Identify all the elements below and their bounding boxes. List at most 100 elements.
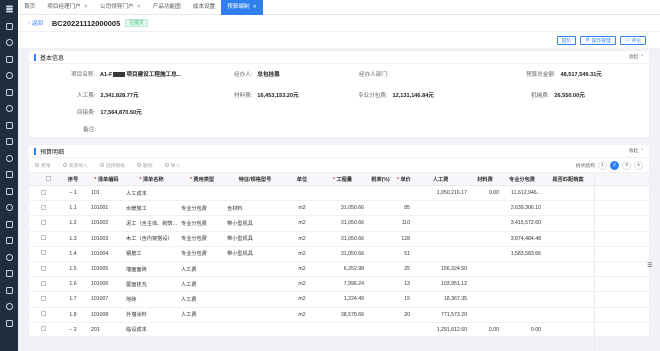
cell-code: 101005 xyxy=(89,266,124,272)
tab-cost-settings[interactable]: 成本设置 xyxy=(187,0,221,15)
project-name-suffix: 项目建设工程施工总... xyxy=(126,71,182,78)
sidebar-icon-17[interactable] xyxy=(0,282,18,299)
row-checkbox[interactable] xyxy=(41,219,46,225)
sidebar-icon-18[interactable] xyxy=(0,299,18,316)
sidebar-icon-13[interactable] xyxy=(0,216,18,233)
template-button[interactable]: 选择模板 xyxy=(99,162,125,169)
sidebar-icon-2[interactable] xyxy=(0,35,18,52)
sidebar-icon-10[interactable] xyxy=(0,167,18,184)
row-checkbox[interactable] xyxy=(41,326,46,332)
sidebar-icon-14[interactable] xyxy=(0,233,18,250)
field-indirect: 间接费: 17,564,870.50元 xyxy=(77,107,142,116)
cell-labor: 1,291,612.60 xyxy=(412,327,469,333)
cell-text: 15 xyxy=(404,296,410,303)
close-icon[interactable]: ✕ xyxy=(253,0,257,15)
sidebar-icon-19[interactable] xyxy=(0,315,18,332)
button-label: 评论 xyxy=(631,38,641,44)
tab-product-map[interactable]: 产品功能图 xyxy=(147,0,187,15)
table-row[interactable]: 1.6 101006 屋面挂瓦 人工费 m2 7,996.24 13 103,951.12 xyxy=(29,277,649,293)
table-row[interactable]: 1.2 101002 泥工（含主体、砌筑... 专业分包费 带小型机具 m2 31,050.… xyxy=(29,216,649,232)
cell-text: 1.4 xyxy=(69,250,77,257)
section-title: 基本信息 xyxy=(40,55,65,62)
row-checkbox-cell xyxy=(39,250,57,257)
row-checkbox[interactable] xyxy=(41,280,46,286)
level-1-button[interactable]: 1 xyxy=(598,160,607,170)
sidebar-icon-8[interactable] xyxy=(0,134,18,151)
cell-text: 31,050.66 xyxy=(340,220,364,227)
close-icon[interactable]: ✕ xyxy=(84,0,88,15)
add-button[interactable]: 新增 xyxy=(35,162,51,169)
source-import-button[interactable]: 来源导入 xyxy=(62,162,88,169)
level-3-button[interactable]: 3 xyxy=(622,160,631,170)
table-row[interactable]: 1.4 101004 钢筋工 专业分包费 带小型机具 m2 31,050.66 51 1,583… xyxy=(29,247,649,262)
cell-seq: – 1 xyxy=(57,190,89,196)
collapse-toggle[interactable]: 收起 ⌃ xyxy=(629,54,644,60)
sidebar-icon-9[interactable] xyxy=(0,150,18,167)
field-label: 专业分包费: xyxy=(358,92,388,99)
cell-text: 101008 xyxy=(91,311,109,318)
sidebar-icon-1[interactable] xyxy=(0,18,18,35)
field-value: 16,453,153.20元 xyxy=(257,92,299,99)
cell-sub: 2,639,306.10 xyxy=(501,205,543,211)
level-4-button[interactable]: 4 xyxy=(634,160,643,170)
cell-seq: – 2 xyxy=(57,327,89,333)
level-2-button[interactable]: 2 xyxy=(610,160,619,170)
sidebar-icon-4[interactable] xyxy=(0,68,18,85)
import-button[interactable]: 导入 xyxy=(164,162,180,169)
cell-labor: 18,367.35 xyxy=(412,296,469,302)
select-all-checkbox[interactable] xyxy=(45,175,51,181)
operation-manage-button[interactable]: ⚙ 操作管理 xyxy=(580,35,616,45)
cell-text: 人工成本 xyxy=(126,190,147,197)
cell-text: 128 xyxy=(401,235,410,242)
row-checkbox[interactable] xyxy=(41,204,46,210)
cell-sub: 3,415,572.60 xyxy=(501,220,543,226)
cell-labor: 771,573.20 xyxy=(412,312,469,318)
cell-qty: 1,224.49 xyxy=(319,296,366,302)
tab-budget-edit[interactable]: 预算编制 ✕ xyxy=(221,0,263,15)
cell-text: 带小型机具 xyxy=(227,251,253,258)
row-checkbox[interactable] xyxy=(41,295,46,301)
row-checkbox[interactable] xyxy=(41,235,46,241)
table-row[interactable]: 1.8 101008 外墙涂料 人工费 m2 38,578.66 20 771,573.20 xyxy=(29,308,649,323)
sidebar-icon-5[interactable] xyxy=(0,84,18,101)
cell-seq: 1.8 xyxy=(57,312,89,318)
field-label: 材料费: xyxy=(234,92,253,99)
delete-button[interactable]: 删除 xyxy=(137,162,153,169)
table-row[interactable]: – 2 201 临设成本 1,291,612.60 0.00 0.00 xyxy=(29,323,649,338)
cell-text: 201 xyxy=(91,326,100,333)
table-row[interactable]: 1.3 101003 木工（含内架搭设） 专业分包费 带小型机具 m2 31,050.66 1… xyxy=(29,232,649,247)
sidebar-icon-15[interactable] xyxy=(0,249,18,266)
back-button[interactable]: ‹ 返回 xyxy=(28,19,43,27)
sidebar-icon-3[interactable] xyxy=(0,51,18,68)
row-checkbox[interactable] xyxy=(41,189,46,195)
cell-text: 7,996.24 xyxy=(343,281,364,288)
tab-home[interactable]: 首页 xyxy=(18,0,41,15)
menu-toggle-icon[interactable] xyxy=(0,0,18,18)
submit-price-button[interactable]: 提价 xyxy=(556,35,577,45)
sidebar-icon-7[interactable] xyxy=(0,117,18,134)
sidebar-icon-16[interactable] xyxy=(0,266,18,283)
row-checkbox[interactable] xyxy=(41,250,46,256)
cell-text: 31,050.66 xyxy=(340,205,364,212)
cell-unit: m2 xyxy=(285,266,319,272)
sidebar-icon-11[interactable] xyxy=(0,183,18,200)
sliders-icon[interactable]: ☰ xyxy=(647,262,656,271)
cell-seq: 1.7 xyxy=(57,296,89,302)
table-row[interactable]: 1.7 101007 地砖 人工费 m2 1,224.49 15 18,367.35 xyxy=(29,292,649,308)
field-label: 间接费: xyxy=(77,109,96,116)
table-row[interactable]: 1.5 101005 墙面面砖 人工费 m2 6,252.98 25 156,324.50 xyxy=(29,262,649,278)
row-checkbox[interactable] xyxy=(41,311,46,317)
comment-button[interactable]: ▭ 评论 xyxy=(619,35,646,45)
cell-text: 31,050.66 xyxy=(340,250,364,257)
table-row[interactable]: 1.1 101001 水暖施工 专业分包费 含材料 m2 31,050.66 85 2,639,… xyxy=(29,201,649,217)
sidebar-icon-6[interactable] xyxy=(0,101,18,118)
sidebar-icon-12[interactable] xyxy=(0,200,18,217)
tab-pm-portal[interactable]: 项目经理门户 ✕ xyxy=(41,0,94,15)
row-checkbox[interactable] xyxy=(41,265,46,271)
table-row[interactable]: – 1 101 人工成本 1,050,216.17 0.00 11,612,946... xyxy=(29,186,649,202)
cell-text: 1,224.49 xyxy=(343,296,364,303)
tab-leader-portal[interactable]: 公司领导门户 ✕ xyxy=(94,0,147,15)
field-label: 经办人部门: xyxy=(359,71,389,78)
collapse-toggle[interactable]: 收起 ⌃ xyxy=(629,148,644,154)
close-icon[interactable]: ✕ xyxy=(137,0,141,15)
